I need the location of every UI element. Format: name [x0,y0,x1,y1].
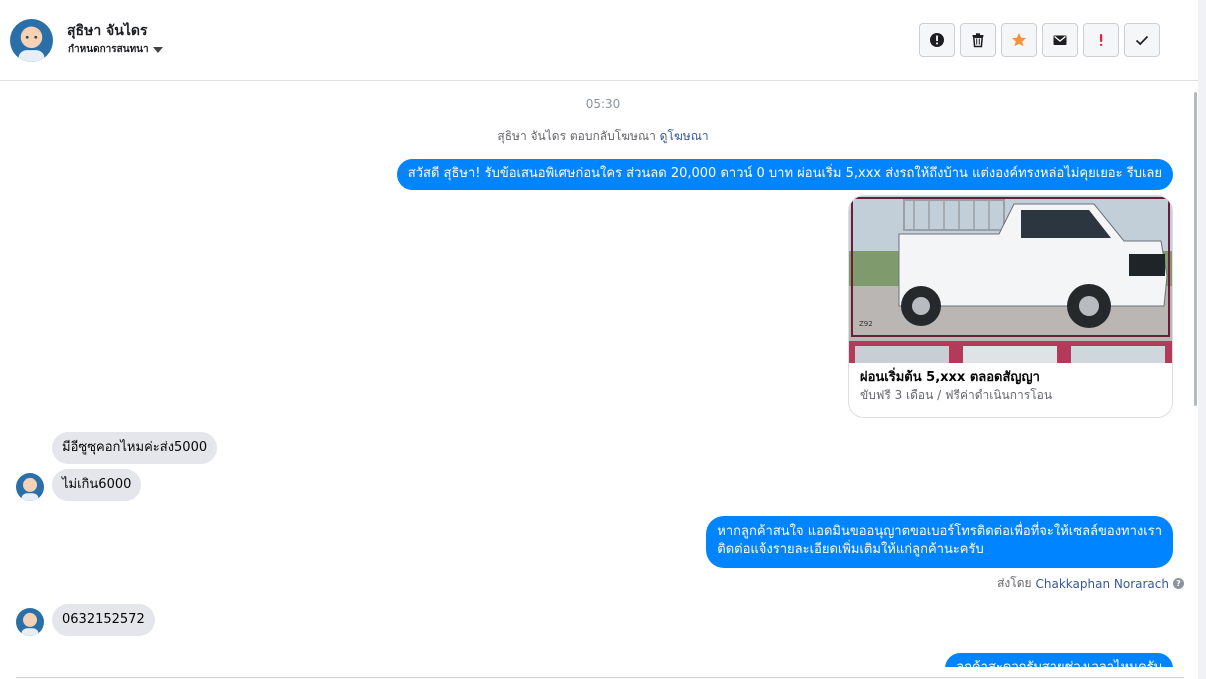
message-outgoing: ลูกค้าสะดวกรับสายช่วงเวลาไหนครับ [945,653,1173,667]
customer-avatar[interactable] [16,608,44,636]
message-outgoing: สวัสดี สุธิษา! รับข้อเสนอพิเศษก่อนใคร ส่… [396,159,1173,190]
exclamation-icon [1100,34,1103,46]
contact-name[interactable]: สุธิษา จันไดร [67,20,147,42]
ad-card-image[interactable]: Z92 [849,196,1172,363]
star-button[interactable] [1001,23,1037,57]
ad-reply-note: สุธิษา จันไดร ตอบกลับโฆษณา ดูโฆษณา [0,127,1206,146]
assign-label: กำหนดการสนทนา [68,44,149,55]
message-timestamp: 05:30 [585,97,621,111]
ad-image-label: Z92 [859,320,873,328]
assign-conversation-dropdown[interactable]: กำหนดการสนทนา [68,42,163,57]
message-incoming: 0632152572 [52,604,155,636]
check-icon [1135,35,1149,46]
exclamation-circle-icon [930,33,944,47]
sent-by-prefix: ส่งโดย [997,576,1032,590]
ad-card[interactable]: Z92 ผ่อนเริ่มต้น 5,xxx ตลอดสัญญา ขับฟรี … [848,195,1173,418]
contact-avatar[interactable] [10,19,53,62]
message-incoming: ไม่เกิน6000 [52,469,142,501]
caret-down-icon [152,46,163,53]
ad-card-subtitle: ขับฟรี 3 เดือน / ฟรีค่าดำเนินการโอน [860,388,1053,402]
delete-button[interactable] [960,23,996,57]
mark-unread-button[interactable] [1042,23,1078,57]
message-line: ติดต่อแจ้งรายละเอียดเพิ่มเติมให้แก่ลูกค้… [717,542,984,557]
envelope-icon [1053,35,1067,45]
conversation-header: สุธิษา จันไดร กำหนดการสนทนา [0,0,1198,81]
mark-done-button[interactable] [1124,23,1160,57]
ad-card-title: ผ่อนเริ่มต้น 5,xxx ตลอดสัญญา [860,370,1040,385]
sent-by-name[interactable]: Chakkaphan Norarach [1036,577,1169,591]
customer-avatar[interactable] [16,473,44,501]
view-ad-link[interactable]: ดูโฆษณา [660,129,709,143]
sent-by-info: ส่งโดย Chakkaphan Norarach ? [997,574,1184,593]
mark-spam-button[interactable] [919,23,955,57]
message-outgoing-clipped: ลูกค้าสะดวกรับสายช่วงเวลาไหนครับ [945,653,1173,667]
message-incoming: มีอีซูซุคอกไหมค่ะส่ง5000 [52,432,218,464]
message-line: หากลูกค้าสนใจ แอดมินขออนุญาตขอเบอร์โทรติ… [717,524,1162,539]
ad-reply-text: สุธิษา จันไดร ตอบกลับโฆษณา [497,129,656,143]
message-outgoing: หากลูกค้าสนใจ แอดมินขออนุญาตขอเบอร์โทรติ… [706,516,1173,568]
composer-divider [16,677,1184,678]
star-icon [1012,33,1026,47]
trash-icon [972,33,984,48]
follow-up-button[interactable] [1083,23,1119,57]
conversation-toolbar [919,23,1160,57]
question-icon[interactable]: ? [1173,578,1184,589]
